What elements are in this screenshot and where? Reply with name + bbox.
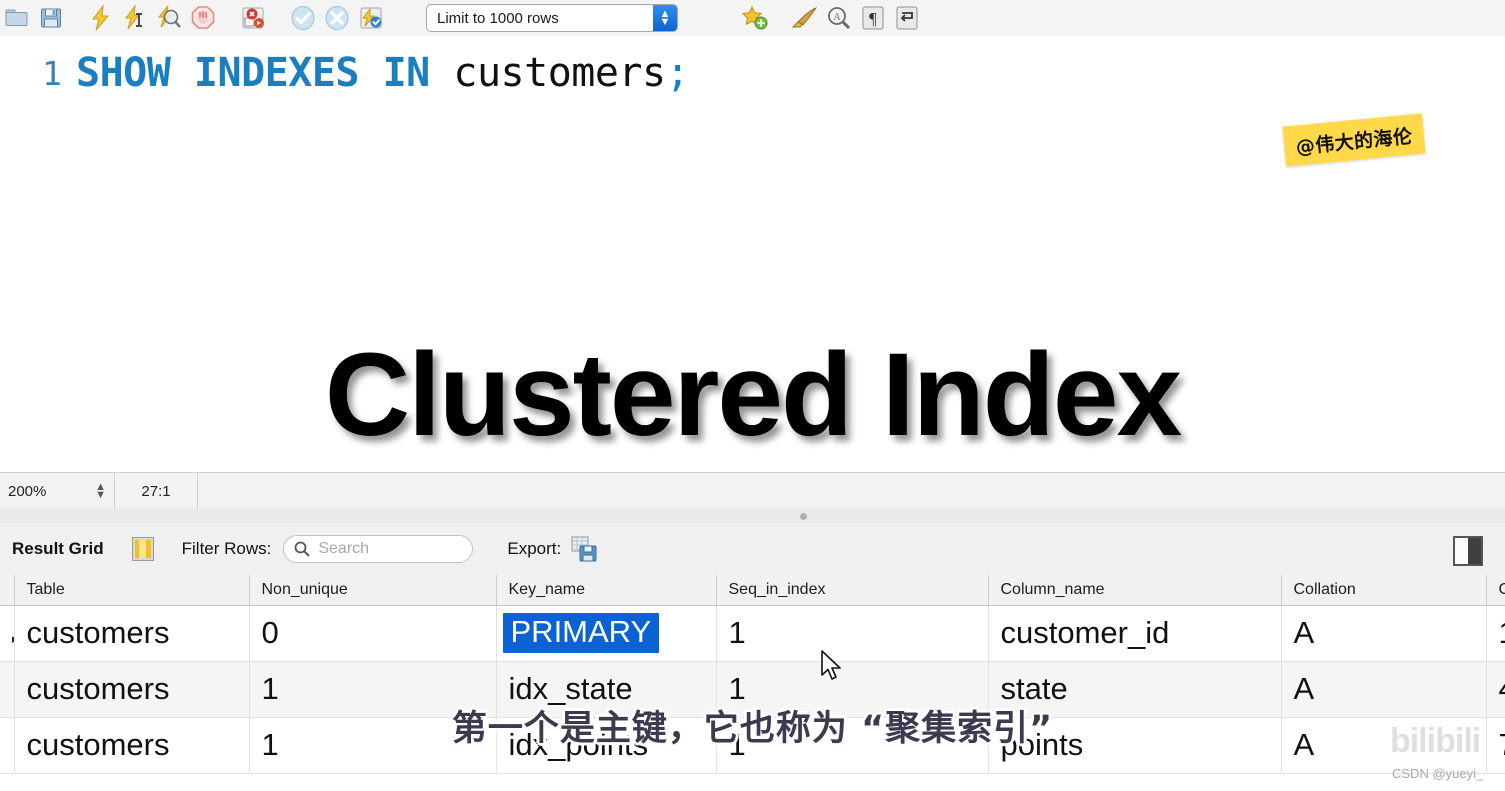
export-label: Export: <box>507 539 562 558</box>
mysql-workbench-window: Limit to 1000 rows ▲ ▼ A ¶ 1 SHOW INDEXE… <box>0 0 1505 791</box>
explain-query-icon[interactable] <box>154 3 184 33</box>
cell-seq-in-index[interactable]: 1 <box>716 661 989 718</box>
add-snippet-icon[interactable] <box>740 3 770 33</box>
page-title: Clustered Index <box>324 329 1182 461</box>
export-recordset-icon[interactable] <box>571 536 597 562</box>
column-header-seq-in-index[interactable]: Seq_in_index <box>716 575 989 606</box>
row-limit-selector[interactable]: Limit to 1000 rows ▲ ▼ <box>426 4 678 32</box>
beautify-sql-icon[interactable] <box>790 3 820 33</box>
autocommit-icon[interactable] <box>356 3 386 33</box>
toggle-wrapping-icon[interactable] <box>892 3 922 33</box>
grid-view-icon[interactable] <box>131 537 154 561</box>
cell-cardinality[interactable]: 48 <box>1486 661 1505 718</box>
row-limit-value: Limit to 1000 rows <box>437 9 559 27</box>
search-icon <box>294 541 311 557</box>
table-row[interactable]: ▸ customers 0 PRIMARY 1 customer_id A 10 <box>0 605 1505 662</box>
commit-icon[interactable] <box>288 3 318 33</box>
row-marker <box>0 661 15 718</box>
cell-table[interactable]: customers <box>14 605 250 662</box>
filter-rows-label: Filter Rows: <box>181 539 272 558</box>
line-number: 1 <box>42 53 62 93</box>
splitter-grip[interactable] <box>800 513 807 520</box>
column-header-cardinality[interactable]: Cardi <box>1486 575 1505 606</box>
toggle-stop-on-error-icon[interactable] <box>238 3 268 33</box>
cursor-position: 27:1 <box>115 473 198 510</box>
cell-column-name[interactable]: customer_id <box>988 605 1282 662</box>
cell-collation[interactable]: A <box>1281 605 1487 662</box>
cell-key-name[interactable]: idx_points <box>496 717 717 774</box>
cell-cardinality[interactable]: 78 <box>1486 717 1505 774</box>
svg-text:¶: ¶ <box>869 9 877 28</box>
table-row[interactable]: customers 1 idx_points 1 points A 78 <box>0 717 1505 774</box>
find-icon[interactable]: A <box>824 3 854 33</box>
cell-seq-in-index[interactable]: 1 <box>716 605 989 662</box>
zoom-stepper-icon[interactable]: ▲ ▼ <box>95 482 106 500</box>
sql-keyword-indexes: INDEXES <box>193 50 360 96</box>
result-grid-table: Table Non_unique Key_name Seq_in_index C… <box>0 575 1505 774</box>
cell-seq-in-index[interactable]: 1 <box>716 717 989 774</box>
sql-statement[interactable]: SHOW INDEXES IN customers; <box>76 50 690 96</box>
panel-splitter[interactable] <box>0 509 1505 524</box>
author-sticker: @伟大的海伦 <box>1282 113 1426 167</box>
open-file-icon[interactable] <box>2 3 32 33</box>
column-header-non-unique[interactable]: Non_unique <box>249 575 497 606</box>
table-header-row: Table Non_unique Key_name Seq_in_index C… <box>0 575 1505 606</box>
result-grid[interactable]: Table Non_unique Key_name Seq_in_index C… <box>0 575 1505 791</box>
cell-column-name[interactable]: points <box>988 717 1282 774</box>
cell-cardinality[interactable]: 10 <box>1486 605 1505 662</box>
cell-table[interactable]: customers <box>14 717 250 774</box>
row-limit-stepper-icon[interactable]: ▲ ▼ <box>653 5 677 31</box>
row-marker: ▸ <box>0 605 15 662</box>
svg-text:A: A <box>833 12 841 23</box>
search-placeholder: Search <box>318 540 370 557</box>
zoom-selector[interactable]: 200% ▲ ▼ <box>0 473 115 510</box>
column-header-table[interactable]: Table <box>14 575 250 606</box>
cell-non-unique[interactable]: 1 <box>249 717 497 774</box>
status-bar-filler <box>198 473 1505 510</box>
cell-key-name[interactable]: PRIMARY <box>496 605 717 662</box>
sql-keyword-show: SHOW <box>76 50 171 96</box>
cell-key-name[interactable]: idx_state <box>496 661 717 718</box>
execute-statement-icon[interactable] <box>86 3 116 33</box>
cell-column-name[interactable]: state <box>988 661 1282 718</box>
search-input[interactable]: Search <box>283 535 474 563</box>
column-header-column-name[interactable]: Column_name <box>988 575 1282 606</box>
cell-non-unique[interactable]: 0 <box>249 605 497 662</box>
stop-execution-icon[interactable] <box>188 3 218 33</box>
cell-collation[interactable]: A <box>1281 717 1487 774</box>
column-header-key-name[interactable]: Key_name <box>496 575 717 606</box>
cell-collation[interactable]: A <box>1281 661 1487 718</box>
save-file-icon[interactable] <box>36 3 66 33</box>
sql-keyword-in: IN <box>382 50 431 96</box>
sql-terminator: ; <box>665 50 690 96</box>
author-sticker-label: @伟大的海伦 <box>1294 124 1414 159</box>
sql-editor-area[interactable]: 1 SHOW INDEXES IN customers; @伟大的海伦 Clus… <box>0 36 1505 472</box>
sql-identifier-customers: customers <box>453 50 666 96</box>
result-grid-toolbar: Result Grid Filter Rows: Search Export: <box>0 523 1505 576</box>
rollback-icon[interactable] <box>322 3 352 33</box>
cell-table[interactable]: customers <box>14 661 250 718</box>
cursor-position-value: 27:1 <box>141 483 171 500</box>
editor-status-bar: 200% ▲ ▼ 27:1 <box>0 472 1505 511</box>
toggle-invisible-chars-icon[interactable]: ¶ <box>858 3 888 33</box>
table-row[interactable]: customers 1 idx_state 1 state A 48 <box>0 661 1505 718</box>
column-header-collation[interactable]: Collation <box>1281 575 1487 606</box>
cell-non-unique[interactable]: 1 <box>249 661 497 718</box>
execute-current-statement-icon[interactable] <box>120 3 150 33</box>
zoom-value: 200% <box>8 483 47 500</box>
row-marker-header <box>0 575 15 606</box>
row-marker <box>0 717 15 774</box>
sql-code-line: 1 SHOW INDEXES IN customers; <box>0 46 690 100</box>
result-grid-title: Result Grid <box>12 539 104 558</box>
sql-editor-toolbar: Limit to 1000 rows ▲ ▼ A ¶ <box>0 0 1505 37</box>
selected-cell-value[interactable]: PRIMARY <box>502 612 660 653</box>
toggle-sidebar-icon[interactable] <box>1453 536 1483 566</box>
